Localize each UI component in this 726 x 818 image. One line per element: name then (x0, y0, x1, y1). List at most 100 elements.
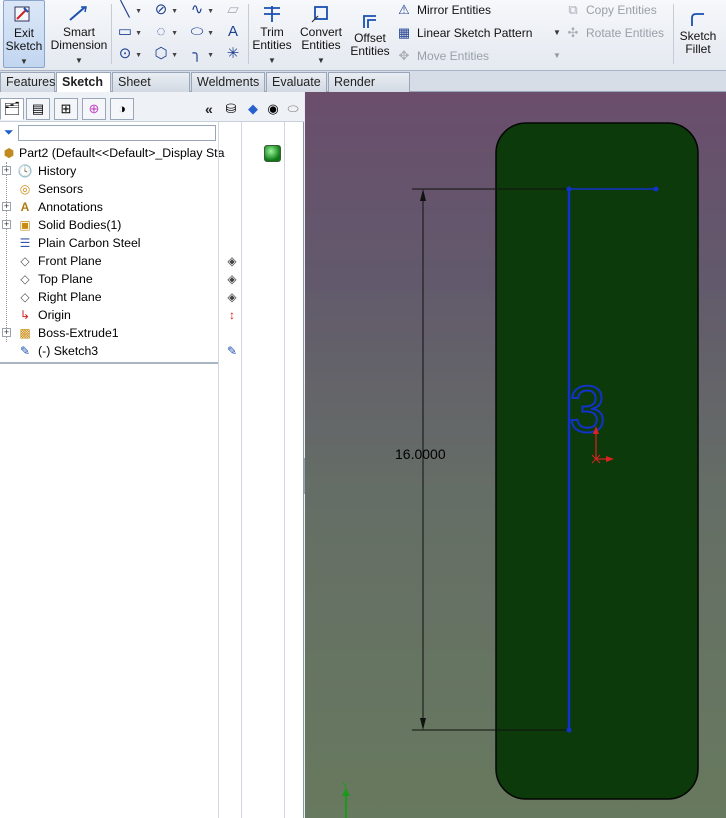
tree-item-sketch[interactable]: ✎ (-) Sketch3 (0, 342, 218, 360)
sketch-endpoint[interactable] (566, 186, 572, 192)
dimxpert-tab-icon[interactable]: ⊕ (82, 98, 106, 120)
sketch-text[interactable]: 3 (568, 371, 607, 447)
extruded-body[interactable] (495, 122, 699, 800)
tree-item-material[interactable]: ☰ Plain Carbon Steel (0, 234, 218, 252)
exit-sketch-button[interactable]: Exit Sketch ▼ (3, 0, 45, 68)
spline-icon[interactable]: ∿ ▼ (186, 0, 214, 20)
tree-item-history[interactable]: + 🕓 History (0, 162, 218, 180)
tree-item-right-plane[interactable]: ◇ Right Plane (0, 288, 218, 306)
ellipse-icon[interactable]: ⬭ ▼ (186, 22, 214, 42)
tab-sheet-metal[interactable]: Sheet Metal (112, 72, 190, 107)
convert-entities-button[interactable]: Convert Entities ▼ (296, 0, 346, 68)
appearance-ball-icon[interactable] (264, 145, 281, 162)
tree-root[interactable]: ⬢ Part2 (Default<<Default>_Display Sta (0, 144, 225, 162)
tree-item-label: Sensors (38, 182, 84, 196)
copy-icon: ⧉ (568, 2, 578, 17)
linear-sketch-pattern-button[interactable]: ▦ Linear Sketch Pattern (395, 23, 533, 43)
tree-item-label: History (38, 164, 77, 178)
tree-item-front-plane[interactable]: ◇ Front Plane (0, 252, 218, 270)
sketch-endpoint[interactable] (653, 186, 659, 192)
sketch-canvas: 3 16.0000 Y (342, 122, 699, 818)
tree-item-solid-bodies[interactable]: + ▣ Solid Bodies(1) (0, 216, 218, 234)
exit-sketch-dropdown-icon[interactable]: ▼ (4, 55, 44, 68)
feature-manager-tab-icon[interactable]: 🗂 (0, 98, 24, 120)
display-manager-tab-icon[interactable]: ◑ (110, 98, 134, 120)
top-plane-visibility-icon[interactable]: ◈ (223, 270, 241, 288)
circle-icon[interactable]: ⊘ ▼ (150, 0, 178, 20)
feature-tree: ⬢ Part2 (Default<<Default>_Display Sta +… (0, 144, 225, 360)
tree-item-annotations[interactable]: + A Annotations (0, 198, 218, 216)
plane-icon: ◇ (20, 272, 30, 286)
tree-item-label: Right Plane (38, 290, 102, 304)
move-dropdown-icon[interactable]: ▼ (546, 46, 568, 66)
expand-icon[interactable]: + (2, 202, 11, 211)
tree-item-boss-extrude[interactable]: + ▩ Boss-Extrude1 (0, 324, 218, 342)
expand-icon[interactable]: + (2, 166, 11, 175)
command-manager-ribbon: Exit Sketch ▼ Smart Dimension ▼ ╲ ▼ ⊘ ▼ ∿ ▼… (0, 0, 726, 71)
graphics-area[interactable]: 3 16.0000 Y (305, 92, 726, 818)
text-icon[interactable]: A (222, 22, 244, 42)
polygon-icon[interactable]: ⬡ ▼ (150, 44, 178, 64)
offset-entities-icon (363, 15, 376, 28)
trim-entities-button[interactable]: Trim Entities ▼ (251, 0, 293, 68)
convert-entities-dropdown-icon[interactable]: ▼ (296, 54, 346, 67)
appearance-icon[interactable]: ◉ (264, 100, 282, 118)
plane-icon[interactable]: ▱ (222, 0, 244, 20)
tree-item-top-plane[interactable]: ◇ Top Plane (0, 270, 218, 288)
dimension-value[interactable]: 16.0000 (395, 446, 446, 462)
smart-dimension-icon (69, 6, 87, 21)
point-icon[interactable]: ✳ (222, 44, 244, 64)
collapse-panel-icon[interactable]: « (205, 101, 213, 117)
ribbon-separator (111, 4, 112, 64)
tree-item-label: Boss-Extrude1 (38, 326, 119, 340)
exit-sketch-label: Exit Sketch (5, 26, 43, 53)
smart-dimension-dropdown-icon[interactable]: ▼ (49, 54, 109, 67)
filter-input[interactable] (18, 125, 216, 141)
origin-visibility-icon[interactable]: ↕ (223, 306, 241, 324)
filter-icon[interactable]: ⏷ (4, 125, 18, 139)
arc-icon[interactable]: ◌ ▼ (150, 22, 178, 42)
tree-item-label: Solid Bodies(1) (38, 218, 122, 232)
column-divider (241, 122, 242, 818)
tree-item-origin[interactable]: ↳ Origin (0, 306, 218, 324)
smart-dimension-button[interactable]: Smart Dimension ▼ (49, 0, 109, 68)
feature-manager-panel: 🗂 ▤ ⊞ ⊕ ◑ « ⛁ ◆ ◉ ⬭ ⏷ ⬢ Part2 (Default<<… (0, 92, 304, 818)
linear-sketch-pattern-label: Linear Sketch Pattern (417, 26, 533, 40)
tree-item-sensors[interactable]: ◎ Sensors (0, 180, 218, 198)
tab-sketch[interactable]: Sketch (56, 72, 111, 93)
rectangle-icon[interactable]: ▭ ▼ (114, 22, 142, 42)
move-entities-button[interactable]: ✥ Move Entities (395, 46, 489, 66)
front-plane-visibility-icon[interactable]: ◈ (223, 252, 241, 270)
triad-y-label: Y (342, 781, 348, 791)
line-icon[interactable]: ╲ ▼ (114, 0, 142, 20)
offset-entities-button[interactable]: Offset Entities (349, 0, 391, 68)
sketch-fillet-button[interactable]: Sketch Fillet (677, 0, 719, 68)
fillet-corner-icon[interactable]: ╮ ▼ (186, 44, 214, 64)
sketch-endpoint[interactable] (566, 727, 572, 733)
tab-render-tools[interactable]: Render Tools (328, 72, 410, 107)
expand-icon[interactable]: + (2, 220, 11, 229)
rotate-entities-label: Rotate Entities (586, 26, 665, 40)
tab-weldments[interactable]: Weldments (191, 72, 265, 92)
rotate-entities-button[interactable]: ✣ Rotate Entities (564, 23, 665, 43)
trim-entities-dropdown-icon[interactable]: ▼ (251, 54, 293, 67)
column-divider (218, 122, 219, 818)
property-manager-tab-icon[interactable]: ▤ (26, 98, 50, 120)
tab-evaluate[interactable]: Evaluate (266, 72, 327, 92)
scene-icon[interactable]: ⬭ (284, 100, 302, 118)
ribbon-separator (248, 4, 249, 64)
hide-show-icon[interactable]: ◆ (244, 100, 262, 118)
sketch-icon: ✎ (19, 344, 31, 358)
view-triad: Y (342, 781, 350, 818)
slot-icon[interactable]: ⊙ ▼ (114, 44, 142, 64)
sketch-visibility-icon[interactable]: ✎ (223, 342, 241, 360)
mirror-entities-button[interactable]: ⚠ Mirror Entities (395, 0, 491, 20)
configuration-manager-tab-icon[interactable]: ⊞ (54, 98, 78, 120)
copy-entities-button[interactable]: ⧉ Copy Entities (564, 0, 656, 20)
right-plane-visibility-icon[interactable]: ◈ (223, 288, 241, 306)
tab-features[interactable]: Features (0, 72, 55, 92)
display-states-icon[interactable]: ⛁ (222, 100, 240, 118)
linear-pattern-icon: ▦ (397, 25, 411, 40)
sketch-fillet-icon (691, 13, 704, 26)
expand-icon[interactable]: + (2, 328, 11, 337)
